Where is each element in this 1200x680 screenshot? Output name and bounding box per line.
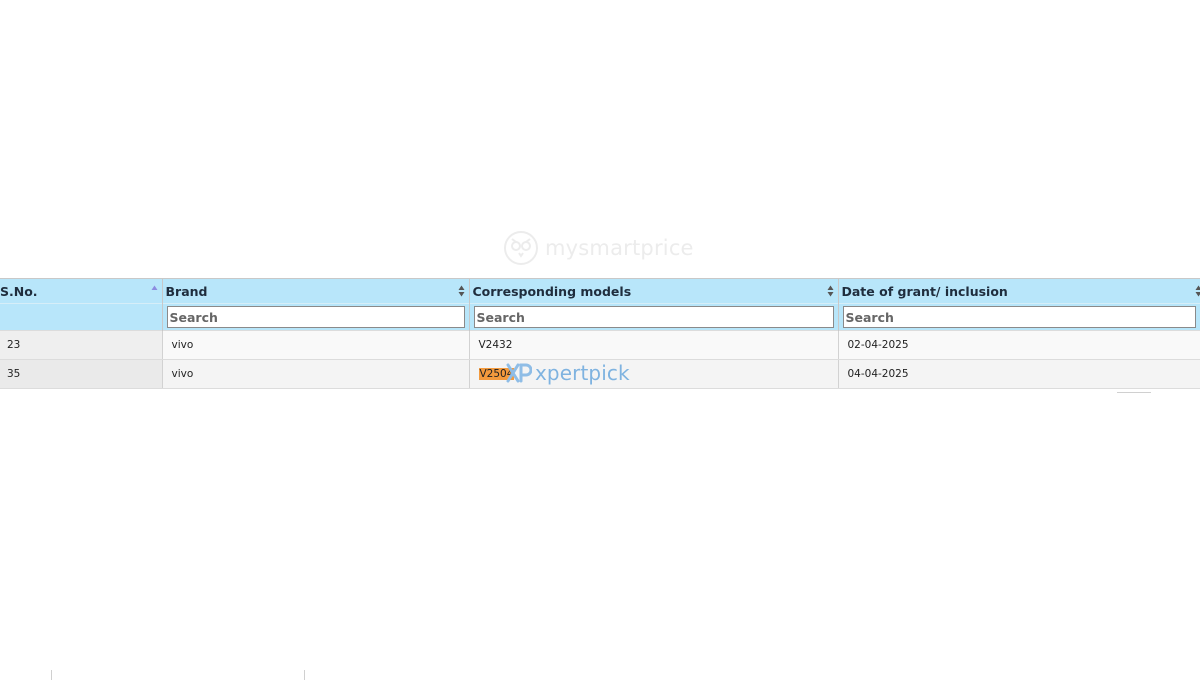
column-header-sno[interactable]: S.No. bbox=[0, 278, 162, 304]
divider bbox=[304, 670, 305, 680]
cell-date: 02-04-2025 bbox=[837, 330, 1200, 360]
watermark-text: mysmartprice bbox=[545, 236, 694, 260]
column-header-models[interactable]: Corresponding models bbox=[468, 278, 838, 304]
column-header-label: S.No. bbox=[0, 283, 38, 299]
filter-cell-models bbox=[468, 303, 838, 331]
column-header-label: Date of grant/ inclusion bbox=[841, 283, 1008, 299]
xpertpick-watermark: xpertpick bbox=[506, 360, 630, 386]
filter-row bbox=[0, 303, 1200, 331]
table-row: 23 vivo V2432 02-04-2025 bbox=[0, 330, 1200, 360]
column-header-date[interactable]: Date of grant/ inclusion bbox=[837, 278, 1200, 304]
cell-brand: vivo bbox=[161, 330, 469, 360]
sort-both-icon[interactable] bbox=[1195, 284, 1200, 298]
column-header-label: Corresponding models bbox=[472, 283, 632, 299]
models-search-input[interactable] bbox=[473, 306, 834, 328]
column-header-label: Brand bbox=[165, 283, 208, 299]
cell-sno: 23 bbox=[0, 330, 162, 360]
cell-sno: 35 bbox=[0, 359, 162, 389]
sort-ascending-icon[interactable] bbox=[151, 284, 158, 298]
filter-cell-brand bbox=[161, 303, 469, 331]
brand-search-input[interactable] bbox=[166, 306, 465, 328]
owl-logo-icon bbox=[504, 231, 538, 265]
xp-logo-icon bbox=[506, 363, 532, 383]
filter-cell-date bbox=[837, 303, 1200, 331]
column-header-brand[interactable]: Brand bbox=[161, 278, 469, 304]
mysmartprice-watermark: mysmartprice bbox=[503, 230, 694, 266]
divider bbox=[51, 670, 52, 680]
header-row: S.No. Brand Corresponding models Date of… bbox=[0, 278, 1200, 304]
sort-both-icon[interactable] bbox=[458, 284, 465, 298]
page: mysmartprice S.No. Brand Corresponding m… bbox=[0, 0, 1200, 680]
date-search-input[interactable] bbox=[842, 306, 1196, 328]
filter-cell-sno bbox=[0, 303, 162, 331]
cell-brand: vivo bbox=[161, 359, 469, 389]
watermark-text: xpertpick bbox=[535, 361, 630, 385]
cell-model: V2432 bbox=[468, 330, 838, 360]
cell-date: 04-04-2025 bbox=[837, 359, 1200, 389]
divider bbox=[1117, 392, 1151, 393]
sort-both-icon[interactable] bbox=[827, 284, 834, 298]
